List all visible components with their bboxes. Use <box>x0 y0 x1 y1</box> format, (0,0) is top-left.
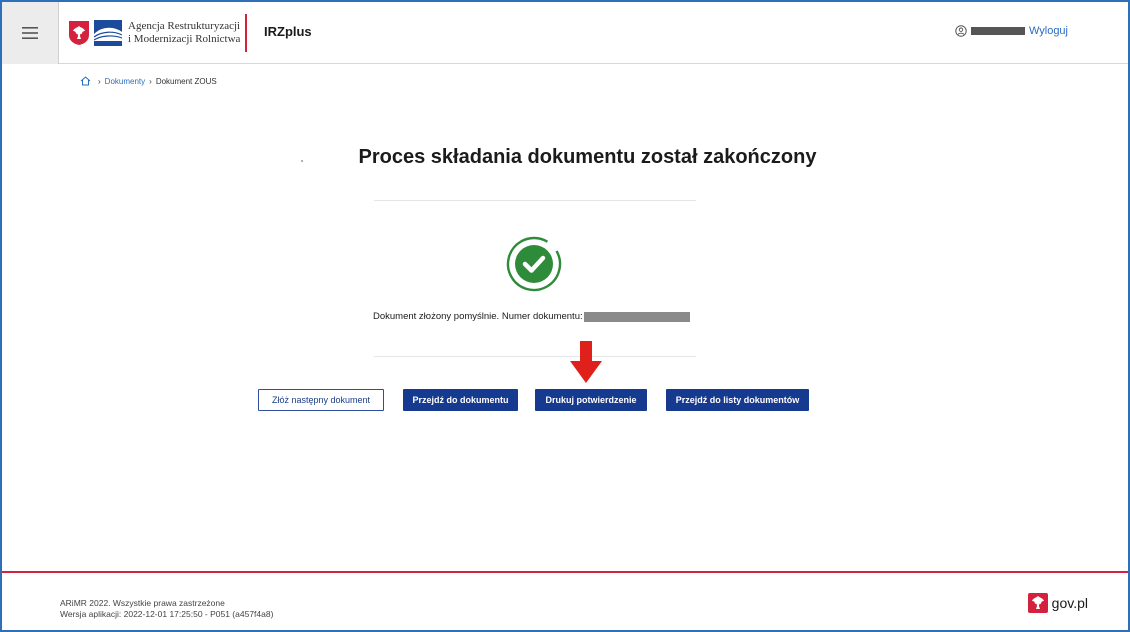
document-number-redacted <box>583 311 690 322</box>
breadcrumb-item-dokumenty[interactable]: Dokumenty <box>105 77 145 86</box>
breadcrumb-item-current: Dokument ZOUS <box>155 76 217 86</box>
home-icon[interactable] <box>80 76 91 86</box>
gov-pl-link[interactable]: gov.pl <box>1027 593 1088 613</box>
menu-button[interactable] <box>2 2 59 64</box>
agency-name-line1: Agencja Restrukturyzacji <box>128 20 241 32</box>
logout-link[interactable]: Wyloguj <box>1029 25 1068 37</box>
divider-bottom <box>374 356 696 357</box>
footer-copyright: ARiMR 2022. Wszystkie prawa zastrzeżone <box>60 598 225 608</box>
success-message: Dokument złożony pomyślnie. Numer dokume… <box>373 311 690 322</box>
success-message-text: Dokument złożony pomyślnie. Numer dokume… <box>373 311 583 322</box>
next-document-button[interactable]: Złóż następny dokument <box>258 389 384 411</box>
go-to-document-button[interactable]: Przejdź do dokumentu <box>403 389 518 411</box>
arimr-logo <box>94 20 122 46</box>
eagle-icon <box>1027 593 1048 613</box>
footer-info: ARiMR 2022. Wszystkie prawa zastrzeżone … <box>60 598 273 620</box>
breadcrumb-separator-icon: › <box>149 76 152 86</box>
print-confirmation-button[interactable]: Drukuj potwierdzenie <box>535 389 647 411</box>
gov-pl-label: gov.pl <box>1051 595 1088 611</box>
header-divider <box>245 14 247 52</box>
app-header: Agencja Restrukturyzacji i Modernizacji … <box>2 2 1128 64</box>
check-circle-icon <box>506 236 562 292</box>
go-to-list-button[interactable]: Przejdź do listy dokumentów <box>666 389 809 411</box>
user-icon <box>955 25 967 37</box>
app-name: IRZplus <box>264 24 312 39</box>
arrow-down-icon <box>570 341 602 383</box>
agency-logo[interactable]: Agencja Restrukturyzacji i Modernizacji … <box>68 16 248 50</box>
username-redacted <box>970 27 1025 35</box>
agency-name-line2: i Modernizacji Rolnictwa <box>128 33 241 45</box>
footer-version: Wersja aplikacji: 2022-12-01 17:25:50 - … <box>60 609 274 619</box>
agency-name: Agencja Restrukturyzacji i Modernizacji … <box>128 20 248 46</box>
page-title: Proces składania dokumentu został zakońc… <box>358 146 817 168</box>
breadcrumb-separator-icon: › <box>98 76 101 86</box>
eagle-icon <box>69 21 89 45</box>
divider-top <box>374 200 696 201</box>
footer-divider <box>2 571 1128 573</box>
user-area: Wyloguj <box>955 25 1068 37</box>
menu-icon <box>22 27 38 39</box>
breadcrumb: › Dokumenty › Dokument ZOUS <box>80 76 217 86</box>
